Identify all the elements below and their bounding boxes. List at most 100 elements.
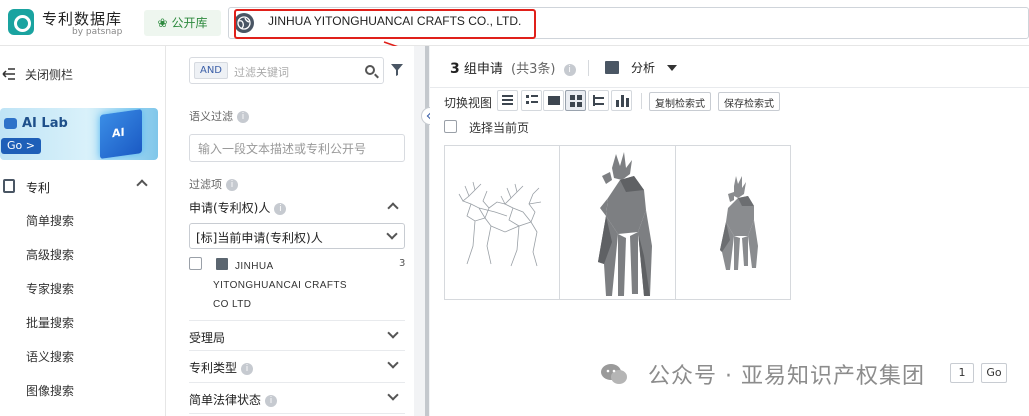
copy-query-button[interactable]: 复制检索式 xyxy=(649,92,711,111)
analysis-button[interactable]: 分析 xyxy=(631,59,655,76)
sidebar-item-batch-search[interactable]: 批量搜索 xyxy=(26,314,74,331)
ai-lab-banner[interactable]: AI Lab Go > AI xyxy=(0,108,158,160)
ai-cube-icon: AI xyxy=(100,109,142,159)
info-icon[interactable]: i xyxy=(237,111,249,123)
wireframe-deer-image xyxy=(458,181,542,267)
grid-view-button[interactable] xyxy=(565,90,586,111)
semantic-filter-label: 语义过滤 xyxy=(189,110,233,123)
divider xyxy=(189,413,405,414)
app-title: 专利数据库 xyxy=(42,10,123,28)
results-unit: 组申请 xyxy=(463,62,503,77)
filter-items-label: 过滤项 xyxy=(189,178,222,191)
leaf-icon: ❀ xyxy=(157,16,168,30)
divider xyxy=(189,320,405,321)
info-icon[interactable]: i xyxy=(563,63,576,76)
public-db-button[interactable]: ❀ 公开库 xyxy=(144,10,221,36)
divider xyxy=(189,382,405,383)
divider xyxy=(430,87,1029,88)
applicant-group-header[interactable]: 申请(专利权)人 i xyxy=(189,196,405,218)
app-subtitle: by patsnap xyxy=(72,27,123,37)
collapse-icon xyxy=(2,68,15,80)
info-icon[interactable]: i xyxy=(265,394,278,407)
filter-group-patent-type[interactable]: 专利类型 i xyxy=(189,356,405,378)
applicant-line-2: YITONGHUANCAI CRAFTS xyxy=(213,280,347,291)
wechat-icon xyxy=(601,364,627,384)
search-icon[interactable] xyxy=(365,65,375,75)
switch-view-label: 切换视图 xyxy=(444,96,493,110)
collapse-label: 关闭侧栏 xyxy=(25,68,74,82)
applicant-line-3: CO LTD xyxy=(213,299,252,310)
go-button[interactable]: Go xyxy=(981,363,1007,383)
chevron-down-icon xyxy=(387,389,399,401)
and-operator-tag[interactable]: AND xyxy=(194,62,228,79)
patent-label: 专利 xyxy=(26,181,51,195)
filter-funnel-icon[interactable] xyxy=(391,64,403,76)
filter-group-office[interactable]: 受理局 xyxy=(189,326,405,348)
filter-group-legal-status-label: 简单法律状态 i xyxy=(189,391,278,408)
results-count: 3 xyxy=(450,61,460,77)
bar-chart-icon[interactable] xyxy=(605,61,619,74)
result-image-3[interactable] xyxy=(676,146,791,299)
ai-lab-title: AI Lab xyxy=(22,116,68,131)
search-query[interactable]: JINHUA YITONGHUANCAI CRAFTS CO., LTD. xyxy=(268,14,521,28)
left-sidebar: 关闭侧栏 AI Lab Go > AI 专利 简单搜索 高级搜索 专家搜索 批量… xyxy=(0,46,166,416)
applicant-checkbox[interactable] xyxy=(189,257,202,270)
applicant-group-label: 申请(专利权)人 i xyxy=(189,199,287,216)
results-grid xyxy=(444,145,791,300)
applicant-select-value: [标]当前申请(专利权)人 xyxy=(196,231,323,245)
chart-view-button[interactable] xyxy=(611,90,632,111)
public-db-label: 公开库 xyxy=(171,16,208,30)
robot-icon xyxy=(4,118,17,129)
sidebar-item-image-search[interactable]: 图像搜索 xyxy=(26,382,74,399)
info-icon[interactable]: i xyxy=(226,179,238,191)
semantic-filter-heading: 语义过滤 i xyxy=(189,108,249,124)
sidebar-item-semantic-search[interactable]: 语义搜索 xyxy=(26,348,74,365)
patsnap-logo-icon xyxy=(8,9,34,35)
sidebar-item-simple-search[interactable]: 简单搜索 xyxy=(26,212,74,229)
caret-down-icon[interactable] xyxy=(667,65,677,71)
divider xyxy=(189,350,405,351)
ai-lab-go-button[interactable]: Go > xyxy=(1,138,41,154)
divider xyxy=(641,93,642,109)
filter-group-legal-status[interactable]: 简单法律状态 i xyxy=(189,388,405,410)
result-image-2[interactable] xyxy=(560,146,676,299)
sidebar-item-advanced-search[interactable]: 高级搜索 xyxy=(26,246,74,263)
chevron-up-icon[interactable] xyxy=(387,202,399,214)
list-view-button[interactable] xyxy=(497,90,518,111)
applicant-field-select[interactable]: [标]当前申请(专利权)人 xyxy=(189,223,405,249)
divider xyxy=(588,60,589,76)
applicant-line-1: JINHUA xyxy=(235,261,274,272)
panel-scrollbar[interactable] xyxy=(425,46,429,416)
ai-cube-text: AI xyxy=(112,125,125,141)
chevron-down-icon xyxy=(387,357,399,369)
results-panel: 3 组申请 (共3条) i 分析 切换视图 复制检索式 保存检索式 选择当前页 xyxy=(430,46,1029,416)
filter-group-patent-type-label: 专利类型 i xyxy=(189,359,254,376)
detail-list-view-button[interactable] xyxy=(521,90,542,111)
filter-panel: AND 过滤关键词 语义过滤 i 输入一段文本描述或专利公开号 过滤项 i 申请(专… xyxy=(178,46,414,416)
top-bar: 专利数据库 by patsnap ❀ 公开库 JINHUA YITONGHUAN… xyxy=(0,0,1029,46)
semantic-filter-input[interactable]: 输入一段文本描述或专利公开号 xyxy=(189,134,405,162)
small-grey-deer-image xyxy=(720,176,758,270)
tree-view-button[interactable] xyxy=(588,90,609,111)
sidebar-item-expert-search[interactable]: 专家搜索 xyxy=(26,280,74,297)
result-image-1[interactable] xyxy=(445,146,560,299)
save-query-button[interactable]: 保存检索式 xyxy=(718,92,780,111)
filter-keyword-placeholder: 过滤关键词 xyxy=(234,66,289,79)
results-summary: 3 组申请 (共3条) i xyxy=(450,58,576,77)
applicant-option[interactable]: JINHUA YITONGHUANCAI CRAFTS CO LTD xyxy=(213,257,347,314)
info-icon[interactable]: i xyxy=(241,362,254,375)
select-page-checkbox[interactable] xyxy=(444,120,457,133)
collapse-sidebar-button[interactable]: 关闭侧栏 xyxy=(0,64,160,84)
sidebar-section-patent[interactable]: 专利 xyxy=(0,176,160,198)
watermark-text: 公众号 · 亚易知识产权集团 xyxy=(648,364,925,389)
applicant-count: 3 xyxy=(399,258,406,269)
image-view-button[interactable] xyxy=(543,90,564,111)
select-page-label: 选择当前页 xyxy=(469,121,530,135)
page-number-input[interactable]: 1 xyxy=(950,363,974,383)
info-icon[interactable]: i xyxy=(274,202,287,215)
chevron-down-icon xyxy=(387,327,399,339)
chevron-down-icon xyxy=(386,228,398,240)
filter-group-office-label: 受理局 xyxy=(189,331,226,345)
filter-keyword-field[interactable]: AND 过滤关键词 xyxy=(189,57,384,84)
results-total: (共3条) xyxy=(511,62,556,77)
